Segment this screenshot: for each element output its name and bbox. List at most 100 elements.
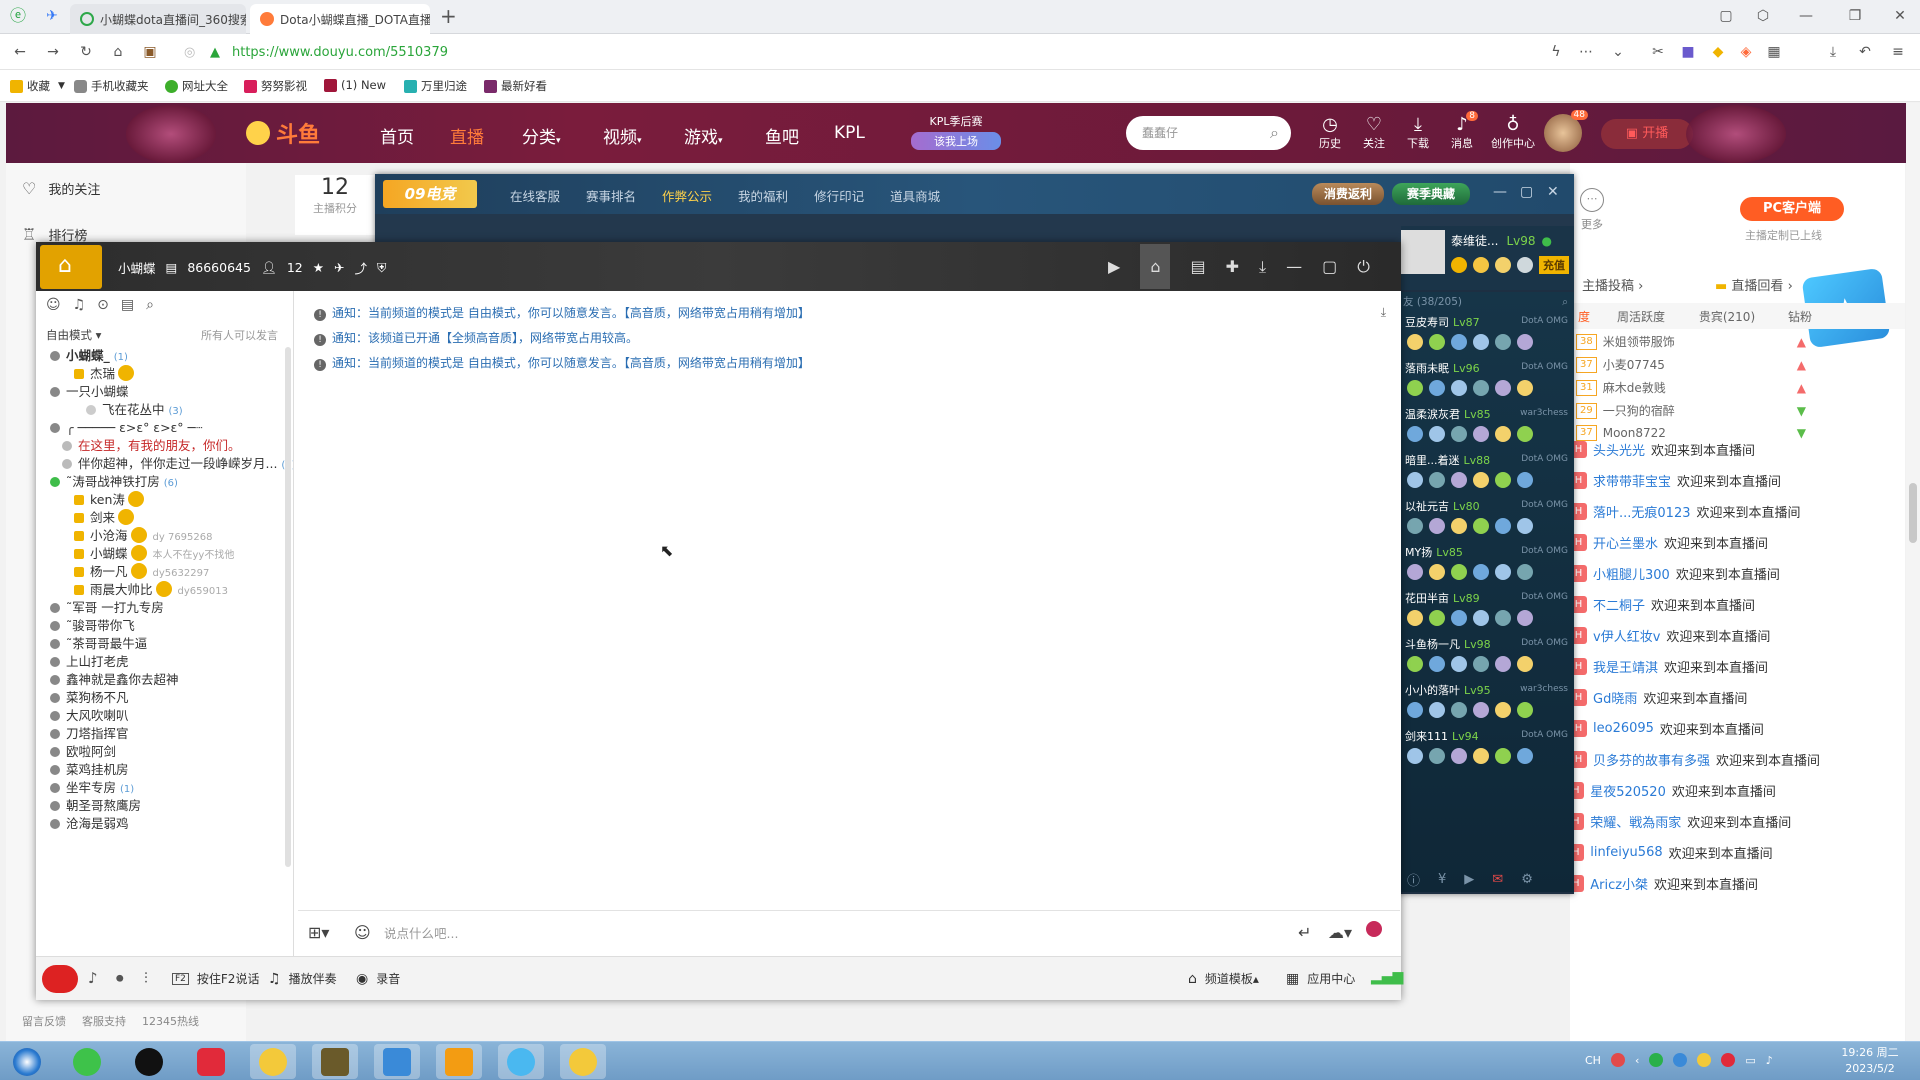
browser-tab[interactable]: 小蝴蝶dota直播间_360搜索 ✕ bbox=[70, 4, 246, 34]
douyu-logo[interactable]: 斗鱼 bbox=[246, 117, 320, 149]
more-icon[interactable]: ⋯ bbox=[1578, 44, 1594, 60]
channel-tree-item[interactable]: 沧海是弱鸡 bbox=[50, 813, 129, 835]
chat-username[interactable]: 头头光光 bbox=[1593, 440, 1645, 459]
video-icon[interactable]: ▶ bbox=[1108, 257, 1120, 276]
gp-tab[interactable]: 赛事排名 bbox=[586, 186, 636, 205]
history-button[interactable]: ◷ 历史 bbox=[1310, 115, 1350, 151]
start-button[interactable] bbox=[4, 1044, 50, 1079]
rank-row[interactable]: 29 一只狗的宿醉 ▼ bbox=[1576, 402, 1806, 419]
game-icon[interactable]: ◈ bbox=[1738, 44, 1754, 60]
flash-icon[interactable]: ϟ bbox=[1548, 44, 1564, 60]
home-icon[interactable]: ⌂ bbox=[110, 44, 126, 60]
sidebar-item-follow[interactable]: ♡ 我的关注 bbox=[22, 179, 100, 198]
tab-weekly[interactable]: 周活跃度 bbox=[1598, 308, 1684, 325]
close-icon[interactable]: ✕ bbox=[1892, 8, 1908, 24]
chat-username[interactable]: 求带带菲宝宝 bbox=[1593, 471, 1671, 490]
minimize-icon[interactable]: — bbox=[1493, 184, 1507, 200]
speaker-icon[interactable]: ♪ bbox=[88, 969, 98, 987]
star-icon[interactable]: ★ bbox=[313, 260, 324, 275]
chat-username[interactable]: 开心兰墨水 bbox=[1593, 533, 1658, 552]
info-icon[interactable]: ⓘ bbox=[1407, 870, 1420, 889]
taskbar-app[interactable] bbox=[188, 1044, 234, 1079]
gp-tab[interactable]: 在线客服 bbox=[510, 186, 560, 205]
download-icon[interactable]: ⤓ bbox=[1825, 44, 1841, 60]
site-info-icon[interactable]: ◎ bbox=[184, 42, 195, 64]
volume-icon[interactable]: ♪ bbox=[1766, 1054, 1773, 1067]
undo-icon[interactable]: ↶ bbox=[1857, 44, 1873, 60]
bookmark-item[interactable]: 手机收藏夹 bbox=[74, 78, 149, 94]
tab-count-icon[interactable]: ▢ bbox=[1718, 8, 1734, 24]
taskbar-app[interactable] bbox=[374, 1044, 420, 1079]
chat-username[interactable]: 落叶...无痕0123 bbox=[1593, 502, 1690, 521]
taskbar-app[interactable] bbox=[560, 1044, 606, 1079]
ime-indicator[interactable]: CH bbox=[1585, 1054, 1601, 1067]
tree-scrollbar[interactable] bbox=[285, 347, 291, 867]
chevron-left-icon[interactable]: ‹ bbox=[1635, 1054, 1639, 1067]
push-to-talk-button[interactable]: F2 按住F2说话 bbox=[172, 970, 259, 987]
follow-button[interactable]: ♡ 关注 bbox=[1354, 115, 1394, 151]
link-submit[interactable]: 主播投稿 › bbox=[1582, 275, 1643, 294]
chat-username[interactable]: Aricz小桀 bbox=[1590, 874, 1648, 893]
user-icon[interactable]: ☺ bbox=[46, 297, 61, 313]
friend-row[interactable]: 温柔涙灰君 Lv85 war3chess bbox=[1405, 406, 1570, 458]
app-center-button[interactable]: ▦ 应用中心 bbox=[1286, 970, 1355, 987]
chat-message[interactable]: Hleo26095 欢迎来到本直播间 bbox=[1570, 717, 1764, 739]
bookmark-item[interactable]: 最新好看 bbox=[484, 78, 547, 94]
friend-row[interactable]: 小小的落叶 Lv95 war3chess bbox=[1405, 682, 1570, 734]
shield-icon[interactable]: ◆ bbox=[1710, 44, 1726, 60]
nav-game[interactable]: 游戏▾ bbox=[684, 123, 723, 148]
sidebar-toggle-icon[interactable]: ✈ bbox=[44, 8, 60, 24]
url-field[interactable]: ◎ ▲ https://www.douyu.com/5510379 bbox=[180, 42, 1510, 64]
board-icon[interactable]: ▤ bbox=[1190, 257, 1205, 276]
link-replay[interactable]: ▬ 直播回看 › bbox=[1715, 275, 1793, 294]
equalizer-icon[interactable]: ⫶ bbox=[144, 969, 148, 987]
shield-icon[interactable]: ⛨ bbox=[377, 260, 386, 276]
chat-message[interactable]: H Gd晓雨 欢迎来到本直播间 bbox=[1570, 686, 1747, 708]
nav-live[interactable]: 直播 bbox=[450, 123, 484, 148]
gp-tab[interactable]: 道具商城 bbox=[890, 186, 940, 205]
yen-icon[interactable]: ¥ bbox=[1438, 872, 1446, 887]
recharge-button[interactable]: 充值 bbox=[1539, 256, 1569, 274]
enter-icon[interactable]: ↵ bbox=[1298, 923, 1311, 942]
chat-message[interactable]: H 我是王靖淇 欢迎来到本直播间 bbox=[1570, 655, 1768, 677]
chat-message[interactable]: H 开心兰墨水 欢迎来到本直播间 bbox=[1570, 531, 1768, 553]
taskbar-app[interactable] bbox=[312, 1044, 358, 1079]
friend-row[interactable]: 斗鱼杨一凡 Lv98 DotA OMG bbox=[1405, 636, 1570, 688]
gp-tab[interactable]: 修行印记 bbox=[814, 186, 864, 205]
gamepad-icon[interactable]: ✚ bbox=[1226, 257, 1239, 276]
gp-badge-rebate[interactable]: 消费返利 bbox=[1312, 183, 1384, 205]
location-icon[interactable]: ⊙ bbox=[97, 297, 109, 313]
rank-row[interactable]: 37 小麦07745 ▲ bbox=[1576, 356, 1806, 373]
extension-icon[interactable]: ■ bbox=[1680, 44, 1696, 60]
chat-username[interactable]: 星夜520520 bbox=[1590, 781, 1666, 800]
restore-icon[interactable]: ❐ bbox=[1847, 8, 1863, 24]
search-icon[interactable]: ⌕ bbox=[146, 297, 154, 313]
chat-username[interactable]: linfeiyu568 bbox=[1590, 845, 1662, 860]
chat-message[interactable]: H 贝多芬的故事有多强 欢迎来到本直播间 bbox=[1570, 748, 1820, 770]
chat-username[interactable]: 荣耀、戦為雨家 bbox=[1590, 812, 1681, 831]
friend-row[interactable]: 豆皮寿司 Lv87 DotA OMG bbox=[1405, 314, 1570, 366]
minimize-icon[interactable]: — bbox=[1286, 257, 1302, 276]
flower-icon[interactable] bbox=[1366, 921, 1382, 937]
chat-input[interactable]: 说点什么吧... bbox=[384, 923, 1084, 945]
tab-vip[interactable]: 贵宾(210) bbox=[1684, 308, 1770, 325]
message-button[interactable]: ♪ 消息 8 bbox=[1442, 111, 1482, 151]
search-icon[interactable]: ⌕ bbox=[1562, 292, 1568, 312]
channel-home-logo[interactable]: ⌂ bbox=[40, 245, 102, 289]
chat-message[interactable]: H 落叶...无痕0123 欢迎来到本直播间 bbox=[1570, 500, 1801, 522]
friend-row[interactable]: 落雨未眠 Lv96 DotA OMG bbox=[1405, 360, 1570, 412]
avatar[interactable]: 48 bbox=[1544, 110, 1588, 152]
search-icon[interactable]: ⌕ bbox=[1270, 116, 1279, 150]
list-icon[interactable]: ▤ bbox=[121, 297, 134, 313]
page-scrollbar[interactable] bbox=[1906, 103, 1920, 1041]
more-button[interactable]: ⋯ 更多 bbox=[1580, 188, 1604, 232]
back-icon[interactable]: ← bbox=[12, 44, 28, 60]
browser-tab-active[interactable]: Dota小蝴蝶直播_DOTA直播... ✕ bbox=[250, 4, 430, 34]
nav-video[interactable]: 视频▾ bbox=[603, 123, 642, 148]
maximize-icon[interactable]: ▢ bbox=[1520, 184, 1533, 200]
reload-icon[interactable]: ↻ bbox=[78, 44, 94, 60]
close-icon[interactable]: ✕ bbox=[1547, 184, 1559, 200]
bookmark-item[interactable]: 万里归途 bbox=[404, 78, 467, 94]
chat-message[interactable]: H 小粗腿儿300 欢迎来到本直播间 bbox=[1570, 562, 1780, 584]
settings-icon[interactable]: ⚙ bbox=[1521, 872, 1533, 887]
